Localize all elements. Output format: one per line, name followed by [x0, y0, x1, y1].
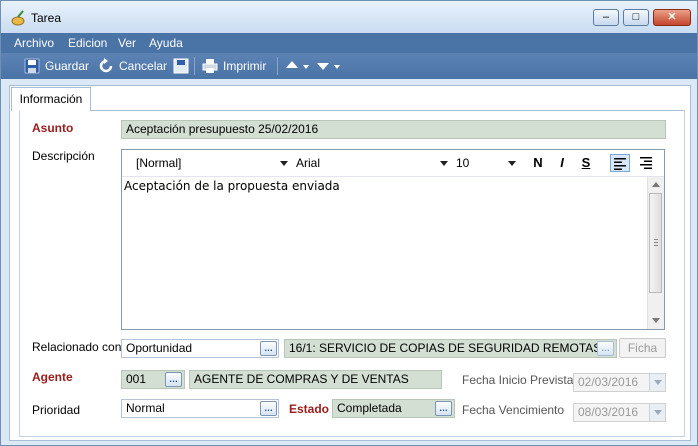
relacionado-value-field[interactable]: 16/1: SERVICIO DE COPIAS DE SEGURIDAD RE… — [284, 339, 617, 358]
underline-button[interactable]: S — [576, 154, 596, 172]
menu-ver[interactable]: Ver — [118, 36, 136, 50]
title-bar[interactable]: Tarea – □ ✕ — [1, 1, 697, 33]
editor-scrollbar[interactable] — [647, 177, 664, 329]
align-right-button[interactable] — [636, 154, 656, 172]
chevron-down-icon[interactable] — [302, 58, 310, 74]
minimize-icon: – — [602, 11, 610, 23]
relacionado-type-lookup-button[interactable]: … — [260, 341, 277, 356]
chevron-down-icon[interactable] — [333, 58, 341, 74]
editor-toolbar: [Normal] Arial 10 N I S — [122, 150, 664, 177]
align-left-button[interactable] — [610, 154, 630, 172]
fecha-vencimiento-label: Fecha Vencimiento — [462, 403, 565, 417]
scroll-thumb[interactable] — [649, 193, 662, 293]
task-window: Tarea – □ ✕ Archivo Edicion Ver Ayuda Gu… — [0, 0, 698, 446]
bold-button[interactable]: N — [528, 154, 548, 172]
agente-lookup-button[interactable]: … — [165, 372, 182, 387]
undo-icon — [99, 58, 113, 73]
relacionado-label: Relacionado con — [32, 340, 122, 354]
calendar-dropdown-icon[interactable] — [649, 404, 665, 421]
menu-bar: Archivo Edicion Ver Ayuda — [1, 33, 697, 53]
scroll-down-icon[interactable] — [652, 318, 660, 323]
toolbar-separator — [277, 57, 278, 75]
asunto-label: Asunto — [32, 121, 74, 135]
save-icon — [24, 58, 40, 74]
tab-informacion[interactable]: Información — [11, 87, 91, 111]
ficha-button[interactable]: Ficha — [619, 338, 666, 358]
prioridad-field[interactable]: Normal — [121, 399, 279, 418]
maximize-button[interactable]: □ — [623, 9, 649, 26]
font-size-select[interactable]: 10 — [456, 154, 518, 172]
fecha-inicio-field[interactable]: 02/03/2016 — [573, 373, 666, 392]
save-button[interactable]: Guardar — [45, 57, 89, 75]
calendar-dropdown-icon[interactable] — [649, 374, 665, 391]
toolbar-separator — [194, 57, 195, 75]
asunto-field[interactable]: Aceptación presupuesto 25/02/2016 — [121, 120, 666, 139]
relacionado-lookup-button[interactable]: … — [597, 341, 614, 356]
prioridad-lookup-button[interactable]: … — [260, 401, 277, 416]
next-record-icon[interactable] — [315, 58, 331, 74]
prioridad-label: Prioridad — [32, 403, 81, 417]
maximize-icon: □ — [632, 11, 640, 23]
align-right-icon — [640, 157, 652, 169]
chevron-down-icon — [508, 161, 516, 166]
close-icon: ✕ — [667, 11, 677, 23]
descripcion-label: Descripción — [32, 149, 95, 163]
menu-ayuda[interactable]: Ayuda — [149, 36, 183, 50]
previous-record-icon[interactable] — [284, 58, 300, 74]
agente-label: Agente — [32, 370, 73, 384]
agente-name-field: AGENTE DE COMPRAS Y DE VENTAS — [189, 370, 442, 389]
fecha-inicio-label: Fecha Inicio Prevista — [462, 373, 574, 387]
estado-lookup-button[interactable]: … — [435, 401, 452, 416]
menu-archivo[interactable]: Archivo — [14, 36, 54, 50]
menu-edicion[interactable]: Edicion — [68, 36, 107, 50]
relacionado-type-field[interactable]: Oportunidad — [121, 339, 279, 358]
chevron-down-icon — [280, 161, 288, 166]
scroll-up-icon[interactable] — [652, 182, 660, 187]
description-editor[interactable]: [Normal] Arial 10 N I S Aceptación de la… — [121, 149, 665, 330]
close-button[interactable]: ✕ — [653, 9, 691, 26]
print-button[interactable]: Imprimir — [223, 57, 266, 75]
minimize-button[interactable]: – — [593, 9, 619, 26]
save-as-icon[interactable] — [173, 58, 189, 74]
estado-label: Estado — [289, 402, 330, 416]
task-app-icon — [11, 10, 25, 26]
toolbar: Guardar Cancelar Imprimir — [1, 53, 697, 79]
window-title: Tarea — [31, 11, 62, 25]
style-select[interactable]: [Normal] — [136, 154, 288, 172]
chevron-down-icon — [440, 161, 448, 166]
printer-icon — [202, 59, 218, 73]
italic-button[interactable]: I — [552, 154, 572, 172]
align-left-icon — [614, 158, 626, 170]
cancel-button[interactable]: Cancelar — [119, 57, 167, 75]
font-select[interactable]: Arial — [296, 154, 448, 172]
fecha-vencimiento-field[interactable]: 08/03/2016 — [573, 403, 666, 422]
description-text[interactable]: Aceptación de la propuesta enviada — [124, 179, 340, 193]
